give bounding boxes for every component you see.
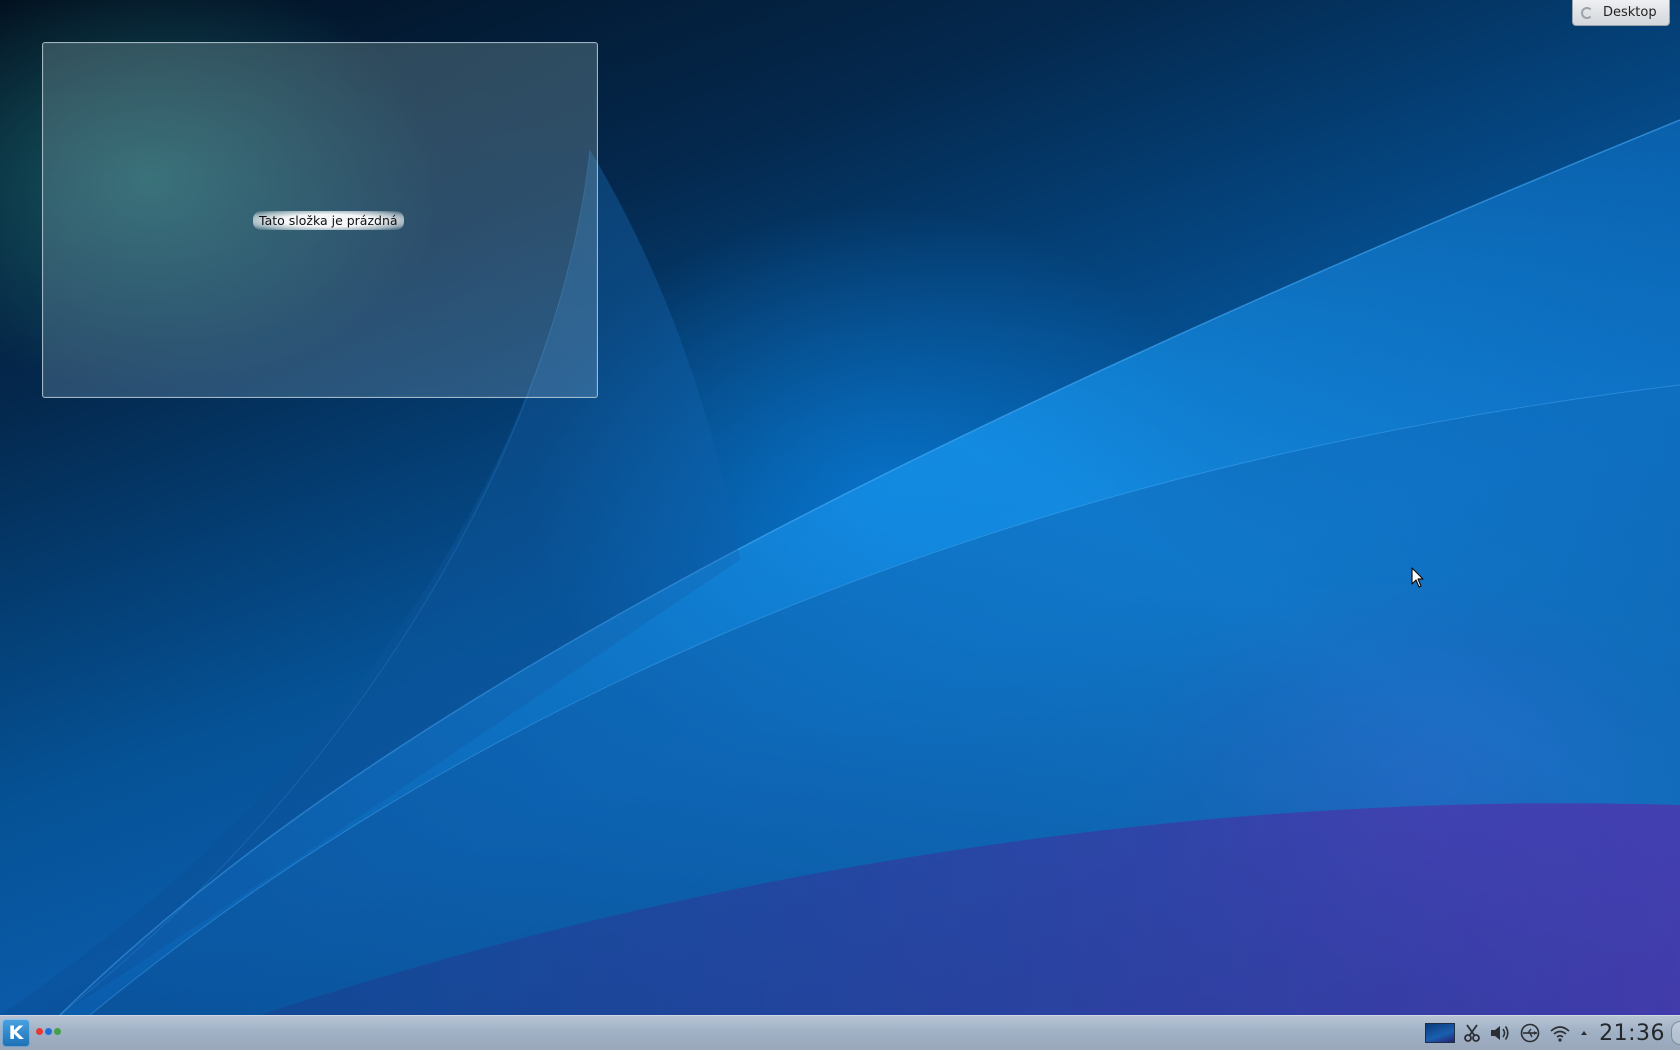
kde-application-launcher-icon[interactable]: K <box>2 1019 30 1047</box>
pager-dot-green[interactable] <box>54 1028 61 1035</box>
panel-toolbox-handle[interactable] <box>1671 1021 1680 1045</box>
desktop-toolbox-button[interactable]: Desktop <box>1572 0 1670 26</box>
usb-device-icon[interactable] <box>1519 1016 1541 1050</box>
clipboard-scissors-icon[interactable] <box>1463 1016 1481 1050</box>
plasma-toolbox-icon <box>1581 6 1593 19</box>
toolbox-label: Desktop <box>1603 5 1657 20</box>
volume-icon[interactable] <box>1489 1016 1511 1050</box>
system-tray: 21:36 <box>1421 1016 1680 1050</box>
empty-folder-message: Tato složka je prázdná <box>253 211 404 230</box>
taskbar-panel: K 21:36 <box>0 1015 1680 1050</box>
mouse-pointer-icon <box>1411 567 1424 588</box>
folder-view-widget[interactable]: Tato složka je prázdná <box>42 42 598 398</box>
wifi-icon[interactable] <box>1549 1016 1571 1050</box>
virtual-desktop-pager[interactable] <box>36 1028 61 1035</box>
network-thumbnail-icon[interactable] <box>1425 1016 1456 1050</box>
tray-expand-arrow-icon[interactable] <box>1579 1016 1589 1050</box>
desktop-wallpaper[interactable]: Desktop Tato složka je prázdná <box>0 0 1680 1015</box>
digital-clock[interactable]: 21:36 <box>1599 1021 1665 1046</box>
pager-dot-blue[interactable] <box>45 1028 52 1035</box>
pager-dot-red[interactable] <box>36 1028 43 1035</box>
